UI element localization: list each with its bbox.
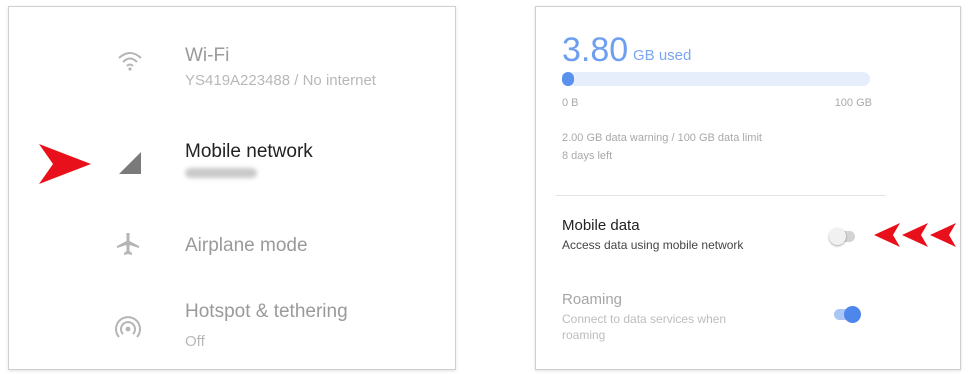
section-divider [556,195,886,196]
data-usage-bar [562,72,870,86]
carrier-name-blurred [185,168,257,178]
wifi-title: Wi-Fi [185,45,230,66]
data-usage-bar-fill [562,72,574,86]
data-used-unit: GB used [633,47,692,64]
roaming-toggle-knob [844,306,861,323]
hotspot-subtitle: Off [185,333,205,350]
usage-min-label: 0 B [562,97,579,109]
roaming-title: Roaming [562,291,623,308]
mobile-data-toggle-knob [829,228,846,245]
airplane-mode-title: Airplane mode [185,235,308,256]
roaming-subtitle-line2: roaming [562,328,606,342]
airplane-icon [117,233,139,255]
signal-icon [119,152,141,174]
settings-item-hotspot[interactable]: Hotspot & tethering Off [9,295,455,357]
wifi-icon [118,52,142,71]
mobile-data-title: Mobile data [562,217,640,234]
settings-list-panel: Wi-Fi YS419A223488 / No internet Mobile … [8,6,456,370]
settings-item-airplane-mode[interactable]: Airplane mode [9,222,455,277]
wifi-subtitle: YS419A223488 / No internet [185,72,376,89]
hotspot-title: Hotspot & tethering [185,301,348,322]
usage-max-label: 100 GB [834,97,872,109]
roaming-toggle[interactable] [834,306,861,323]
data-warning-text: 2.00 GB data warning / 100 GB data limit [562,132,762,144]
settings-item-wifi[interactable]: Wi-Fi YS419A223488 / No internet [9,35,455,105]
data-used-amount: 3.80 [562,31,629,69]
mobile-network-title: Mobile network [185,141,313,162]
roaming-subtitle-line1: Connect to data services when [562,312,727,326]
hotspot-icon [115,316,141,338]
mobile-data-toggle[interactable] [829,228,855,245]
annotation-triple-arrow-icon [874,223,956,247]
mobile-data-settings-panel: 3.80 GB used 0 B 100 GB 2.00 GB data war… [535,6,961,370]
settings-item-mobile-network[interactable]: Mobile network [9,129,455,199]
days-left-text: 8 days left [562,150,613,162]
mobile-data-subtitle: Access data using mobile network [562,238,744,252]
